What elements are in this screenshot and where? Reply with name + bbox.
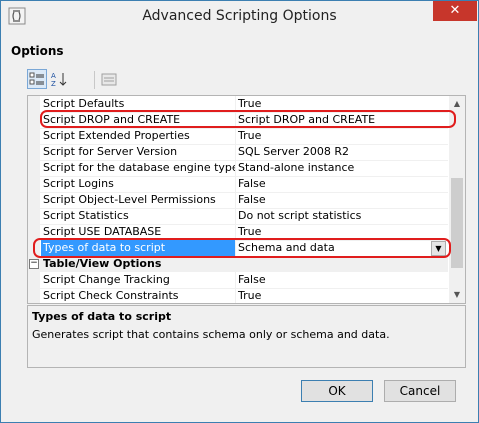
property-name: Script for Server Version — [43, 145, 178, 158]
collapse-icon[interactable]: − — [29, 259, 39, 269]
property-value[interactable]: False — [235, 272, 448, 288]
property-name: Script for the database engine type — [43, 161, 235, 174]
property-name: Script Change Tracking — [43, 273, 170, 286]
property-name: Script Statistics — [43, 209, 129, 222]
description-panel: Types of data to script Generates script… — [27, 305, 466, 368]
grid-row-script-change-tracking[interactable]: Script Change Tracking False — [28, 272, 448, 289]
categorized-button[interactable] — [27, 69, 47, 89]
window-title: Advanced Scripting Options — [142, 8, 337, 24]
property-value[interactable]: True — [235, 96, 448, 112]
property-pages-icon — [101, 73, 117, 86]
property-value[interactable]: True — [235, 128, 448, 144]
dropdown-arrow-icon[interactable]: ▼ — [431, 241, 446, 256]
grid-row-script-drop-and-create[interactable]: Script DROP and CREATE Script DROP and C… — [28, 112, 448, 129]
property-value[interactable]: False — [235, 176, 448, 192]
property-value[interactable]: Script DROP and CREATE — [235, 112, 448, 128]
grid-row-script-extended-properties[interactable]: Script Extended Properties True — [28, 128, 448, 145]
grid-row-script-object-level-permissions[interactable]: Script Object-Level Permissions False — [28, 192, 448, 209]
grid-category-table-view-options[interactable]: − Table/View Options — [28, 256, 448, 272]
property-value[interactable]: SQL Server 2008 R2 — [235, 144, 448, 160]
svg-text:Z: Z — [51, 80, 56, 88]
property-name: Script Check Constraints — [43, 289, 179, 302]
scroll-up-icon[interactable]: ▲ — [449, 96, 465, 112]
options-heading: Options — [11, 44, 64, 58]
property-value[interactable]: True — [235, 224, 448, 240]
grid-row-script-use-database[interactable]: Script USE DATABASE True — [28, 224, 448, 241]
svg-text:A: A — [51, 72, 56, 80]
categorized-icon — [29, 72, 44, 85]
category-name: Table/View Options — [43, 257, 162, 270]
alphabetical-button[interactable]: A Z — [49, 69, 69, 89]
dialog-body: Options A Z Script Defaults True Script … — [9, 32, 470, 414]
toolbar-separator — [94, 71, 95, 89]
property-name: Script Extended Properties — [43, 129, 190, 142]
property-value[interactable]: True — [235, 288, 448, 303]
property-pages-button[interactable] — [99, 69, 119, 89]
property-name: Script Defaults — [43, 97, 125, 110]
property-value[interactable]: Schema and data — [235, 240, 448, 256]
cancel-button[interactable]: Cancel — [384, 380, 456, 402]
title-bar[interactable]: Advanced Scripting Options ✕ — [1, 1, 478, 32]
grid-row-script-defaults[interactable]: Script Defaults True — [28, 96, 448, 113]
dialog-window: Advanced Scripting Options ✕ Options A Z — [0, 0, 479, 423]
property-name: Types of data to script — [41, 240, 235, 256]
property-name: Script DROP and CREATE — [43, 113, 181, 126]
property-name: Script USE DATABASE — [43, 225, 162, 238]
grid-row-types-of-data-to-script[interactable]: Types of data to script Schema and data … — [28, 240, 448, 257]
ok-button[interactable]: OK — [301, 380, 373, 402]
sort-alphabetical-icon: A Z — [51, 72, 67, 88]
property-name: Script Logins — [43, 177, 114, 190]
property-value[interactable]: Do not script statistics — [235, 208, 448, 224]
description-title: Types of data to script — [32, 310, 172, 323]
scroll-down-icon[interactable]: ▼ — [449, 287, 465, 303]
scroll-thumb[interactable] — [451, 178, 463, 268]
vertical-scrollbar[interactable]: ▲ ▼ — [449, 96, 465, 303]
close-button[interactable]: ✕ — [433, 1, 477, 21]
property-grid[interactable]: Script Defaults True Script DROP and CRE… — [27, 95, 466, 304]
grid-row-script-check-constraints[interactable]: Script Check Constraints True — [28, 288, 448, 303]
description-text: Generates script that contains schema on… — [32, 328, 390, 341]
grid-row-script-logins[interactable]: Script Logins False — [28, 176, 448, 193]
grid-row-script-statistics[interactable]: Script Statistics Do not script statisti… — [28, 208, 448, 225]
grid-row-script-for-server-version[interactable]: Script for Server Version SQL Server 200… — [28, 144, 448, 161]
property-value[interactable]: False — [235, 192, 448, 208]
property-value[interactable]: Stand-alone instance — [235, 160, 448, 176]
property-name: Script Object-Level Permissions — [43, 193, 216, 206]
grid-row-script-engine-type[interactable]: Script for the database engine type Stan… — [28, 160, 448, 177]
